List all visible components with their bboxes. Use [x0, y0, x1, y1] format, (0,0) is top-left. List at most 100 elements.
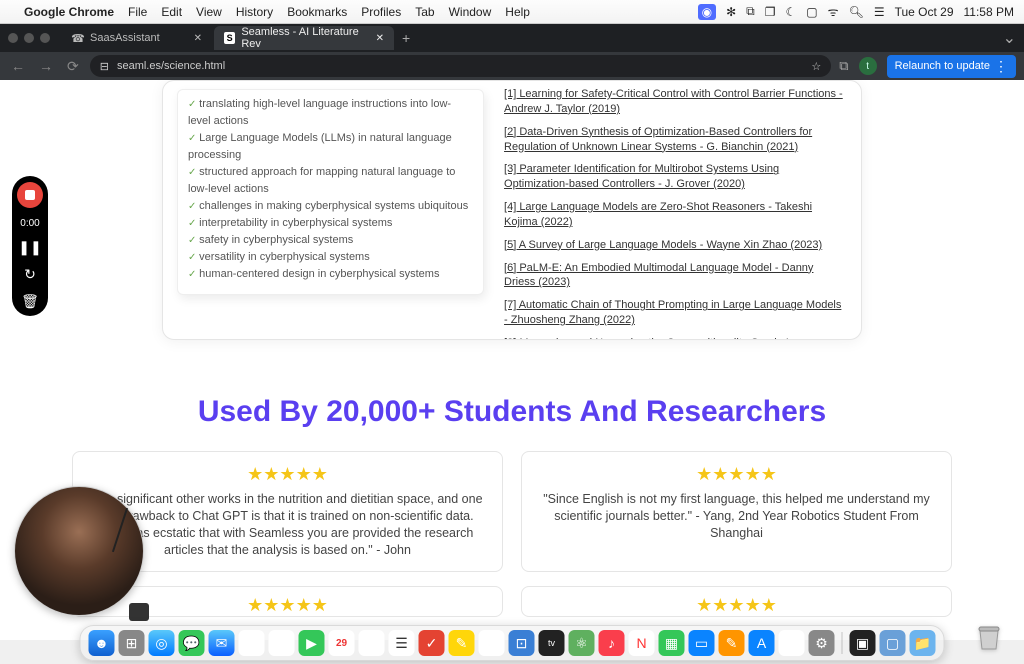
- webcam-bubble[interactable]: [14, 486, 144, 616]
- music-icon[interactable]: ♪: [599, 630, 625, 656]
- terminal-icon[interactable]: ▣: [850, 630, 876, 656]
- reference-link[interactable]: [2] Data-Driven Synthesis of Optimizatio…: [504, 125, 845, 155]
- tab-seamless[interactable]: S Seamless - AI Literature Rev ✕: [214, 26, 394, 50]
- new-tab-button[interactable]: +: [396, 30, 416, 46]
- appstore-icon[interactable]: A: [749, 630, 775, 656]
- url-text: seaml.es/science.html: [117, 60, 225, 72]
- reference-link[interactable]: [4] Large Language Models are Zero-Shot …: [504, 200, 845, 230]
- macos-menubar: Google Chrome File Edit View History Boo…: [0, 0, 1024, 24]
- menubar-bookmarks[interactable]: Bookmarks: [287, 5, 347, 19]
- page-content: translating high-level language instruct…: [0, 80, 1024, 640]
- macos-dock[interactable]: ☻ ⊞ ◎ 💬 ✉ 🗺 ✿ ▶ 29 ◉ ☰ ✓ ✎ ✐ ⊡ tv ⚛ ♪ N …: [80, 625, 945, 661]
- profile-icon[interactable]: t: [859, 57, 877, 75]
- menubar-edit[interactable]: Edit: [161, 5, 182, 19]
- window-controls[interactable]: [8, 33, 50, 43]
- pause-icon[interactable]: ❚❚: [18, 239, 41, 256]
- mail-icon[interactable]: ✉: [209, 630, 235, 656]
- maps-icon[interactable]: 🗺: [239, 630, 265, 656]
- testimonial-card: ★★★★★: [521, 586, 952, 617]
- tab-dropdown-icon[interactable]: ⌄: [1003, 28, 1016, 48]
- reference-link[interactable]: [3] Parameter Identification for Multiro…: [504, 162, 845, 192]
- menubar-tab[interactable]: Tab: [415, 5, 434, 19]
- control-center-icon[interactable]: ☰: [874, 5, 885, 19]
- appletv-icon[interactable]: tv: [539, 630, 565, 656]
- messages-icon[interactable]: 💬: [179, 630, 205, 656]
- delete-icon[interactable]: 🗑: [21, 293, 39, 310]
- restart-icon[interactable]: ↻: [24, 266, 36, 283]
- battery-icon[interactable]: ▢: [806, 5, 817, 19]
- forward-button[interactable]: →: [36, 58, 56, 74]
- bookmark-icon[interactable]: ☆: [811, 60, 821, 73]
- screen-record-icon[interactable]: ◉: [698, 4, 716, 20]
- numbers-icon[interactable]: ▦: [659, 630, 685, 656]
- headline: Used By 20,000+ Students And Researchers: [0, 395, 1024, 429]
- extensions-icon[interactable]: ⧉: [839, 58, 848, 74]
- photos-icon[interactable]: ✿: [269, 630, 295, 656]
- reference-link[interactable]: [1] Learning for Safety-Critical Control…: [504, 87, 845, 117]
- preview-icon[interactable]: ▢: [880, 630, 906, 656]
- facetime-icon[interactable]: ▶: [299, 630, 325, 656]
- reminders-icon[interactable]: ☰: [389, 630, 415, 656]
- window-icon[interactable]: ⧉: [746, 4, 755, 19]
- reference-link[interactable]: [8] Measuring and Narrowing the Composit…: [504, 336, 845, 339]
- menubar-app-name[interactable]: Google Chrome: [24, 5, 114, 19]
- reference-link[interactable]: [7] Automatic Chain of Thought Prompting…: [504, 298, 845, 328]
- folder-icon[interactable]: 📁: [910, 630, 936, 656]
- moon-icon[interactable]: ☾: [786, 5, 797, 19]
- chrome-icon[interactable]: ◉: [359, 630, 385, 656]
- pages-icon[interactable]: ✎: [719, 630, 745, 656]
- search-icon[interactable]: 🔍︎: [849, 5, 864, 19]
- zoom-icon[interactable]: ◐: [779, 630, 805, 656]
- list-item: Large Language Models (LLMs) in natural …: [188, 130, 473, 164]
- back-button[interactable]: ←: [8, 58, 28, 74]
- reference-link[interactable]: [5] A Survey of Large Language Models - …: [504, 238, 845, 253]
- calendar-icon[interactable]: 29: [329, 630, 355, 656]
- close-icon[interactable]: ✕: [376, 33, 384, 44]
- news-icon[interactable]: N: [629, 630, 655, 656]
- settings-icon[interactable]: ⚙: [809, 630, 835, 656]
- menubar-window[interactable]: Window: [449, 5, 492, 19]
- seamless-icon: S: [224, 32, 235, 44]
- todoist-icon[interactable]: ✓: [419, 630, 445, 656]
- copy-icon[interactable]: ❐: [765, 5, 776, 19]
- menubar-help[interactable]: Help: [505, 5, 530, 19]
- atom-icon[interactable]: ⚛: [569, 630, 595, 656]
- testimonial-card: ★★★★★ "Since English is not my first lan…: [521, 451, 952, 572]
- tab-saasassistant[interactable]: ☎ SaasAssistant ✕: [62, 26, 212, 50]
- close-icon[interactable]: ✕: [194, 33, 202, 44]
- launchpad-icon[interactable]: ⊞: [119, 630, 145, 656]
- tab-strip: ☎ SaasAssistant ✕ S Seamless - AI Litera…: [0, 24, 1024, 52]
- freeform-icon[interactable]: ✐: [479, 630, 505, 656]
- chrome-window: ☎ SaasAssistant ✕ S Seamless - AI Litera…: [0, 24, 1024, 80]
- tab-title: Seamless - AI Literature Rev: [241, 26, 369, 50]
- reload-button[interactable]: ⟳: [64, 58, 82, 75]
- relaunch-button[interactable]: Relaunch to update⋮: [887, 55, 1016, 78]
- safari-icon[interactable]: ◎: [149, 630, 175, 656]
- card-references[interactable]: [1] Learning for Safety-Critical Control…: [498, 81, 861, 339]
- wifi-icon[interactable]: ᯤ: [828, 3, 839, 20]
- url-input[interactable]: ⊟ seaml.es/science.html ☆: [90, 55, 832, 77]
- keynote-icon[interactable]: ▭: [689, 630, 715, 656]
- menubar-history[interactable]: History: [236, 5, 273, 19]
- menubar-date[interactable]: Tue Oct 29: [895, 5, 954, 19]
- list-item: translating high-level language instruct…: [188, 96, 473, 130]
- testimonial-row: ★★★★★ "My significant other works in the…: [0, 451, 1024, 572]
- star-rating: ★★★★★: [91, 595, 484, 616]
- list-item: interpretability in cyberphysical system…: [188, 215, 473, 232]
- site-info-icon[interactable]: ⊟: [100, 60, 109, 73]
- cleanshot-icon[interactable]: ⊡: [509, 630, 535, 656]
- menubar-file[interactable]: File: [128, 5, 147, 19]
- trash-icon[interactable]: [974, 621, 1004, 658]
- menubar-time[interactable]: 11:58 PM: [964, 5, 1014, 19]
- menubar-view[interactable]: View: [196, 5, 222, 19]
- address-bar: ← → ⟳ ⊟ seaml.es/science.html ☆ ⧉ t Rela…: [0, 52, 1024, 80]
- notes-icon[interactable]: ✎: [449, 630, 475, 656]
- screen-recorder-widget[interactable]: 0:00 ❚❚ ↻ 🗑: [12, 176, 48, 316]
- menubar-profiles[interactable]: Profiles: [361, 5, 401, 19]
- stop-record-button[interactable]: [17, 182, 43, 208]
- reference-link[interactable]: [6] PaLM-E: An Embodied Multimodal Langu…: [504, 261, 845, 291]
- testimonial-row: ★★★★★ ★★★★★: [0, 586, 1024, 617]
- settings-icon[interactable]: ✻: [726, 5, 736, 19]
- finder-icon[interactable]: ☻: [89, 630, 115, 656]
- star-rating: ★★★★★: [540, 464, 933, 485]
